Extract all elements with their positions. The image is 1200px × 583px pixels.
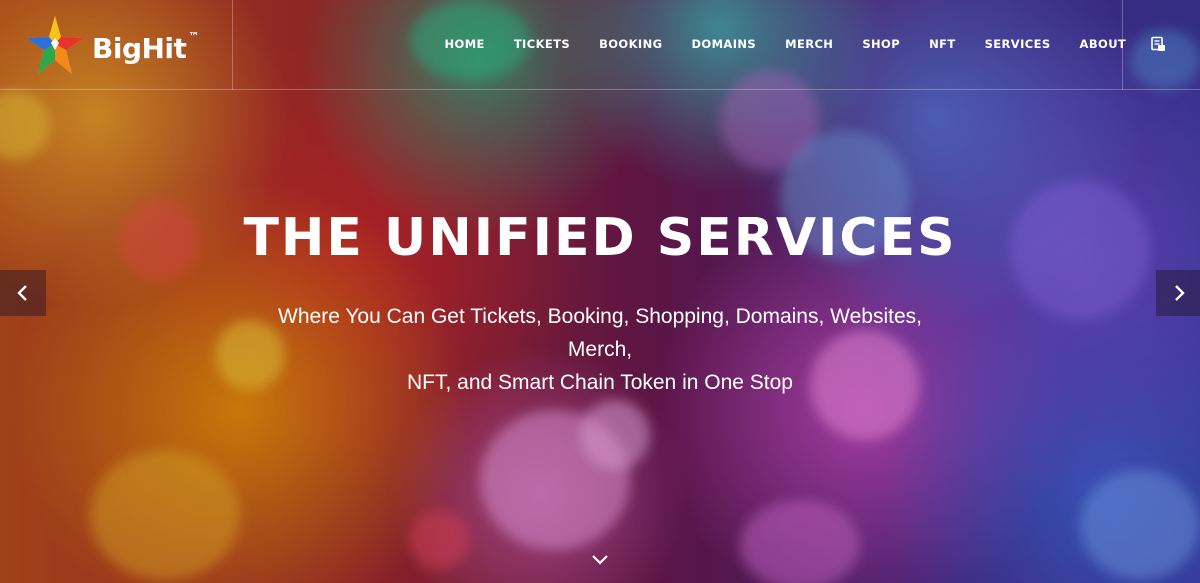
header-divider — [1122, 0, 1123, 90]
brand-logo[interactable]: BigHit ™ — [24, 8, 232, 84]
slider-prev-button[interactable] — [0, 270, 46, 316]
trademark-symbol: ™ — [188, 29, 200, 43]
main-nav: HOME TICKETS BOOKING DOMAINS MERCH SHOP … — [430, 33, 1141, 55]
nav-item-booking[interactable]: BOOKING — [585, 37, 677, 51]
chevron-right-icon — [1175, 285, 1185, 301]
hero-subheadline-line-2: NFT, and Smart Chain Token in One Stop — [407, 371, 793, 394]
nav-item-shop[interactable]: SHOP — [848, 37, 915, 51]
slider-next-button[interactable] — [1156, 270, 1200, 316]
top-navigation-bar: BigHit ™ HOME TICKETS BOOKING DOMAINS ME… — [0, 0, 1200, 90]
nav-item-home[interactable]: HOME — [430, 37, 499, 51]
cart-button[interactable] — [1148, 34, 1168, 54]
cart-icon — [1151, 36, 1165, 51]
nav-item-domains[interactable]: DOMAINS — [677, 37, 771, 51]
hero-subheadline: Where You Can Get Tickets, Booking, Shop… — [250, 300, 950, 399]
nav-item-tickets[interactable]: TICKETS — [499, 37, 584, 51]
nav-item-merch[interactable]: MERCH — [771, 37, 848, 51]
chevron-down-icon — [592, 555, 608, 565]
hero-subheadline-line-1: Where You Can Get Tickets, Booking, Shop… — [278, 305, 922, 361]
brand-name: BigHit — [92, 31, 187, 65]
nav-item-about[interactable]: ABOUT — [1065, 37, 1141, 51]
nav-item-nft[interactable]: NFT — [915, 37, 971, 51]
chevron-left-icon — [17, 285, 27, 301]
scroll-down-button[interactable] — [588, 549, 612, 571]
header-divider — [232, 0, 233, 90]
hero-headline: THE UNIFIED SERVICES — [243, 208, 957, 268]
nav-item-services[interactable]: SERVICES — [970, 37, 1065, 51]
star-logo-icon — [26, 16, 84, 74]
